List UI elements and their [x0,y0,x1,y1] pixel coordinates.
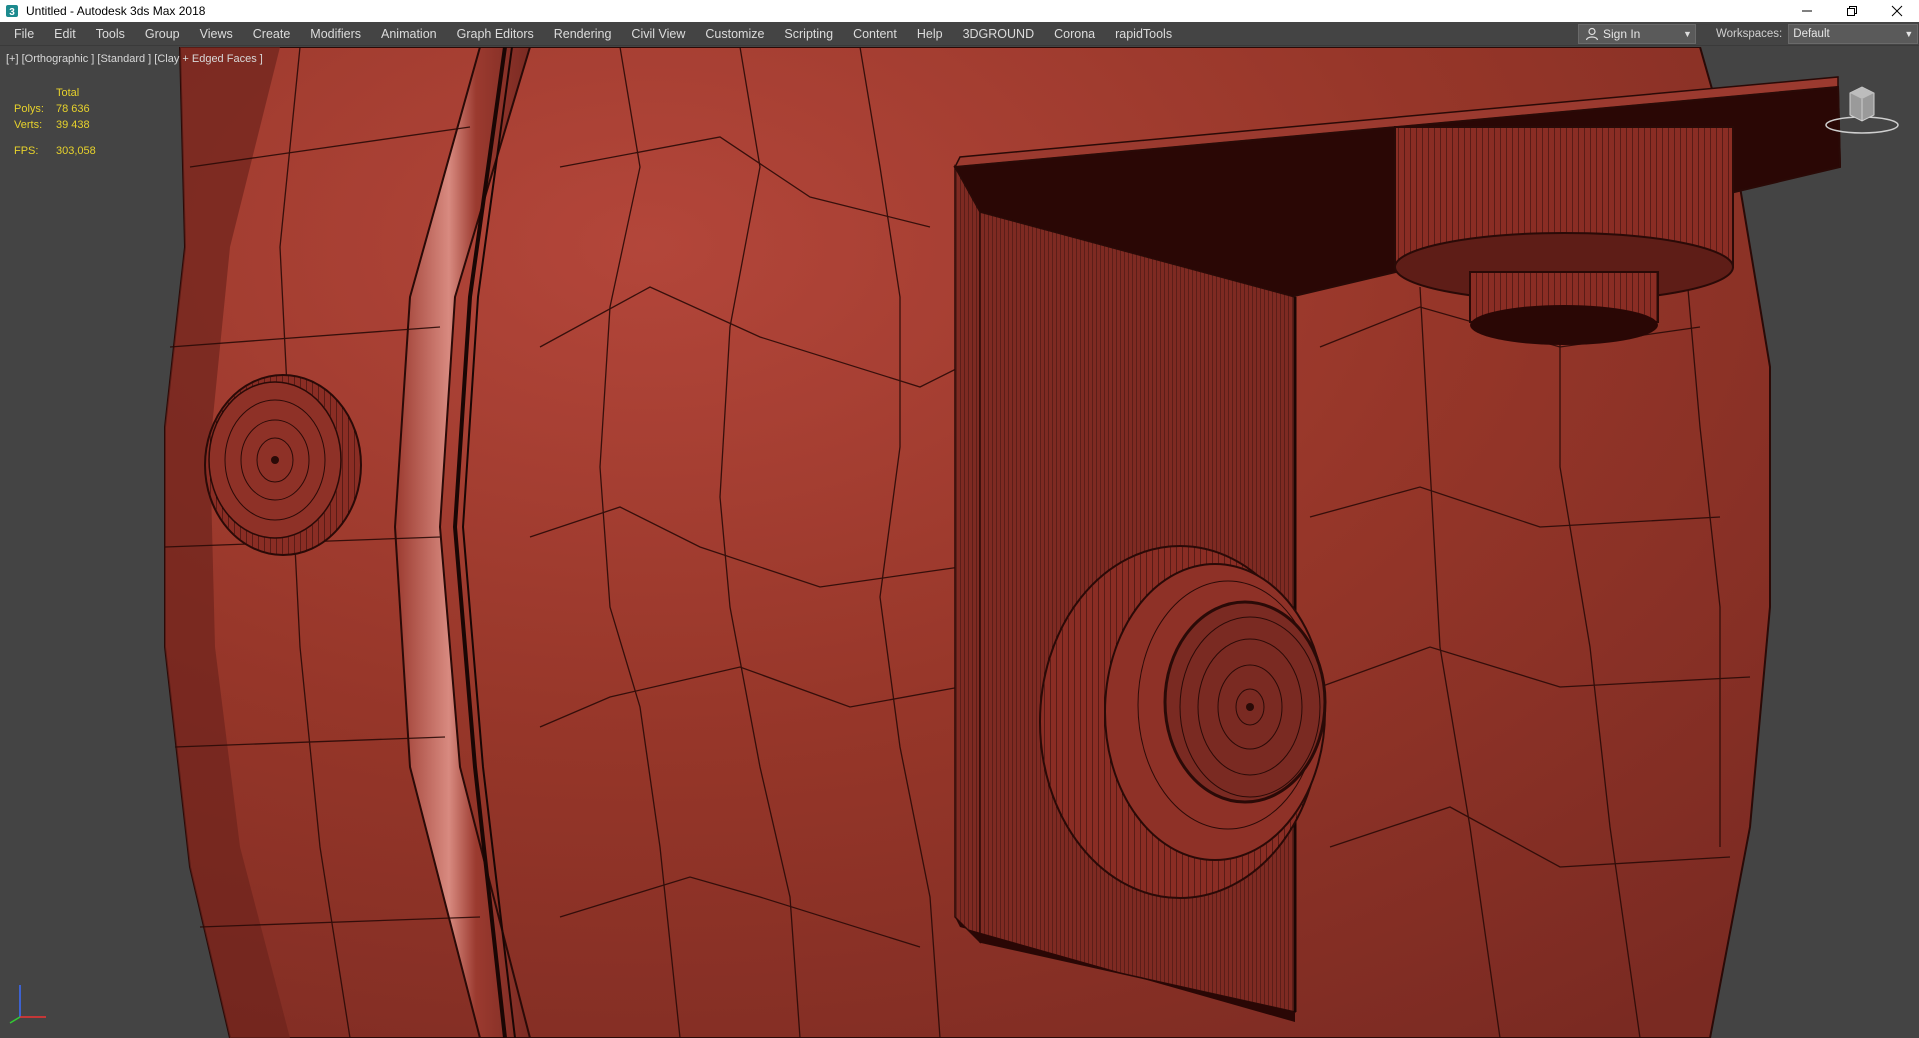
workspaces-label: Workspaces: [1716,28,1783,40]
title-bar: 3 Untitled - Autodesk 3ds Max 2018 [0,0,1919,22]
polys-label: Polys: [14,103,44,115]
menu-group[interactable]: Group [135,22,190,46]
menu-rendering[interactable]: Rendering [544,22,622,46]
menu-content[interactable]: Content [843,22,907,46]
viewport-scene[interactable] [0,47,1919,1038]
chevron-down-icon: ▼ [1683,29,1692,39]
menu-corona[interactable]: Corona [1044,22,1105,46]
viewport-orthographic[interactable]: [+] [Orthographic ] [Standard ] [Clay + … [0,47,1919,1038]
verts-label: Verts: [14,119,43,131]
menu-help[interactable]: Help [907,22,953,46]
chevron-down-icon: ▼ [1904,29,1914,39]
small-knob [204,374,362,556]
menu-customize[interactable]: Customize [695,22,774,46]
viewport-label-menu[interactable]: [+] [Orthographic ] [Standard ] [Clay + … [6,53,263,65]
menu-rapidtools[interactable]: rapidTools [1105,22,1182,46]
menu-create[interactable]: Create [243,22,301,46]
menu-scripting[interactable]: Scripting [774,22,843,46]
menu-modifiers[interactable]: Modifiers [300,22,371,46]
window-title: Untitled - Autodesk 3ds Max 2018 [26,4,206,18]
stats-header: Total [56,87,80,99]
restore-icon[interactable] [1829,0,1874,22]
menu-civil-view[interactable]: Civil View [621,22,695,46]
sign-in-dropdown[interactable]: Sign In ▼ [1578,24,1696,44]
polys-value: 78 636 [56,103,90,115]
3dsmax-app-icon[interactable]: 3 [4,3,20,19]
workspaces-select[interactable]: Default ▼ [1788,24,1919,44]
minimize-icon[interactable] [1784,0,1829,22]
menu-graph-editors[interactable]: Graph Editors [447,22,544,46]
menu-tools[interactable]: Tools [86,22,135,46]
close-icon[interactable] [1874,0,1919,22]
window-controls [1784,0,1919,22]
menu-views[interactable]: Views [190,22,243,46]
menu-animation[interactable]: Animation [371,22,447,46]
verts-value: 39 438 [56,119,90,131]
workspaces-control: Workspaces: Default ▼ [1716,24,1919,44]
menu-file[interactable]: File [0,22,44,46]
axis-tripod-icon [9,985,46,1024]
menu-edit[interactable]: Edit [44,22,86,46]
menu-3dground[interactable]: 3DGROUND [953,22,1045,46]
user-icon [1585,27,1599,41]
fps-value: 303,058 [56,145,96,157]
sign-in-label: Sign In [1603,27,1641,41]
svg-text:3: 3 [9,7,15,18]
workspaces-value: Default [1793,28,1830,40]
viewcube-icon[interactable] [1822,79,1902,139]
fps-label: FPS: [14,145,39,157]
statistics-overlay: Total Polys: 78 636 Verts: 39 438 FPS: 303,… [14,85,96,159]
